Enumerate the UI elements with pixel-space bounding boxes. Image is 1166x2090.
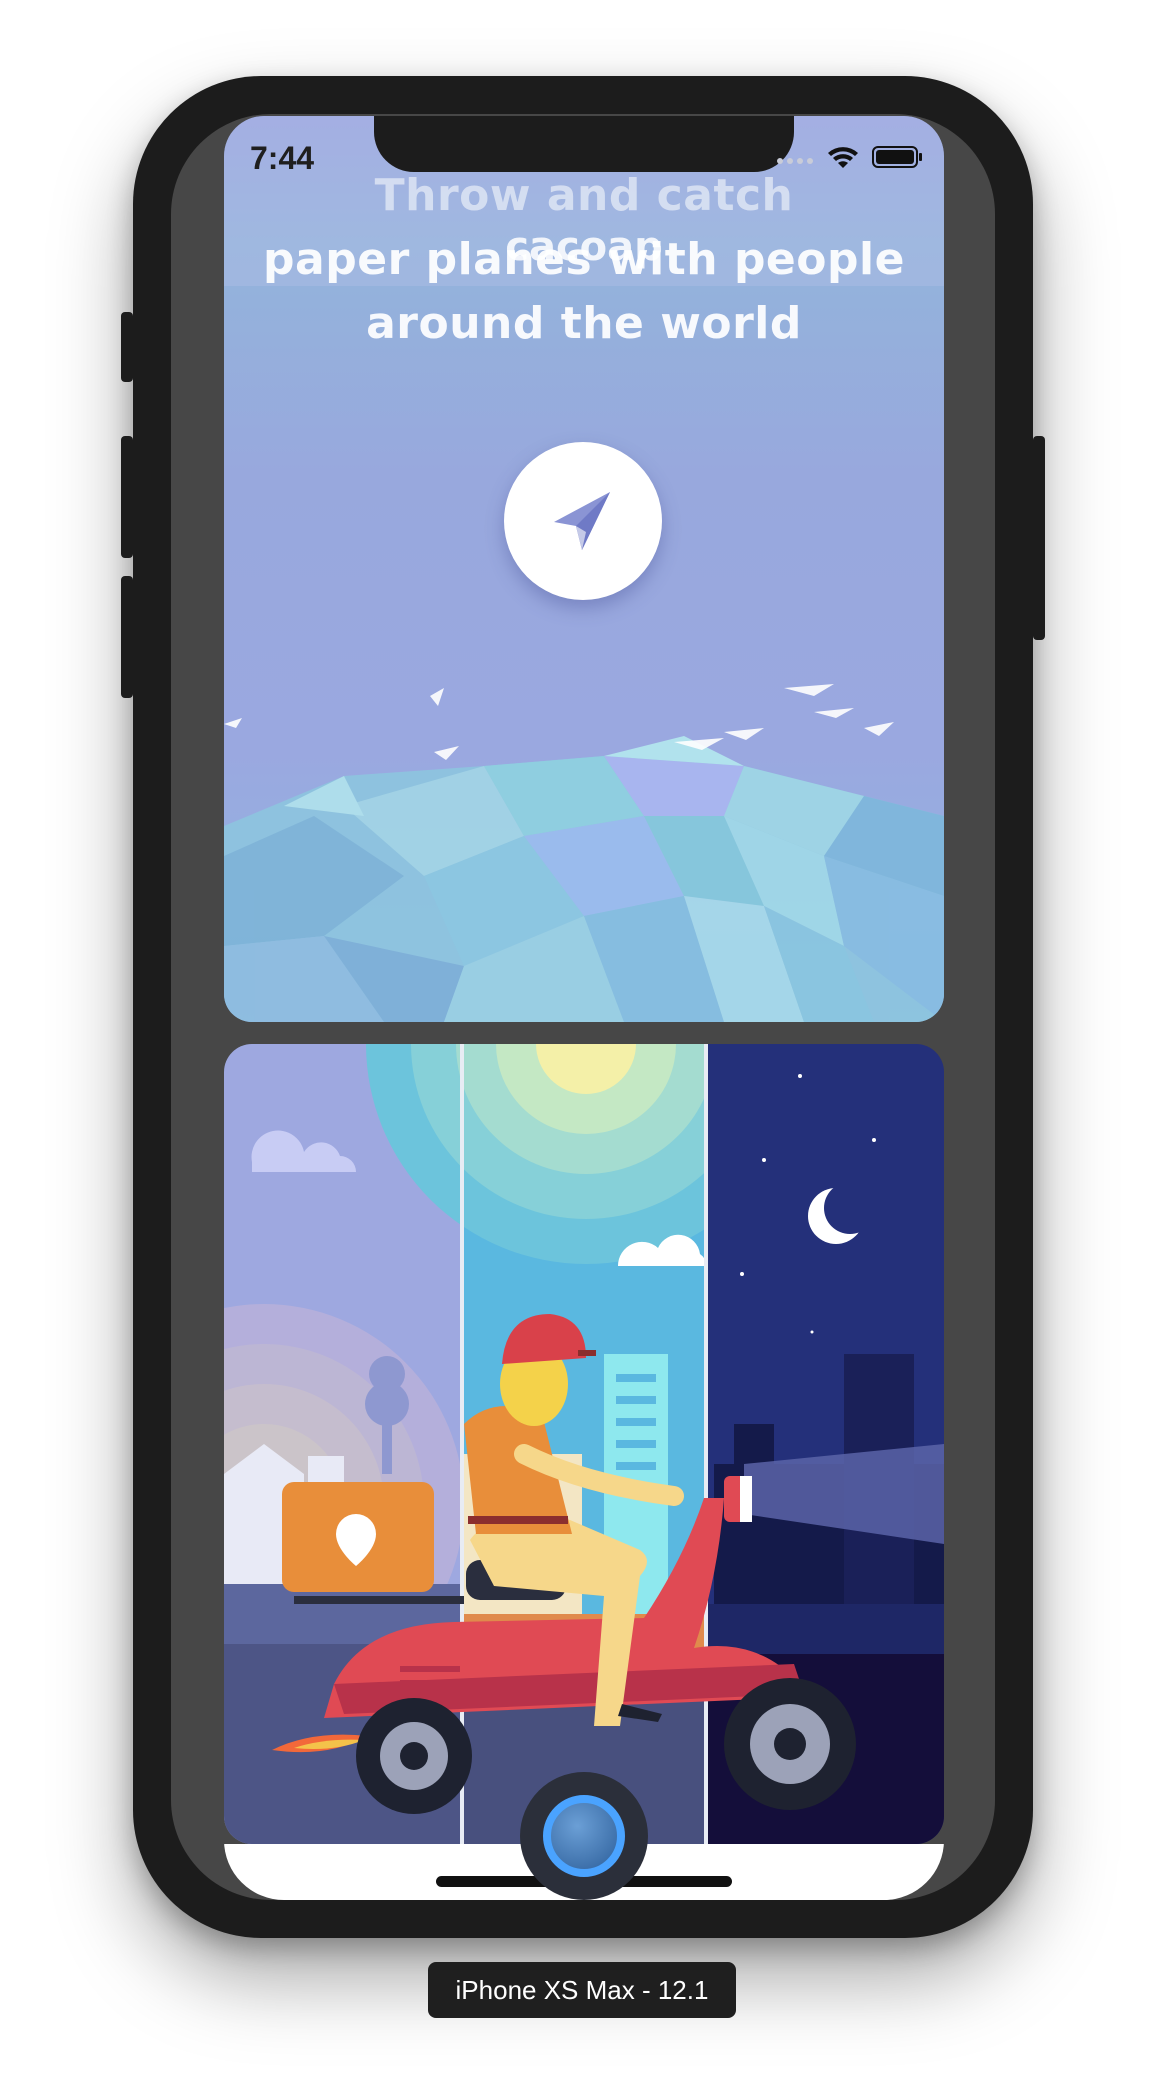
- volume-up-button: [121, 436, 133, 558]
- record-button[interactable]: [520, 1772, 648, 1900]
- volume-down-button: [121, 576, 133, 698]
- mute-switch: [121, 312, 133, 382]
- battery-icon: [872, 146, 922, 168]
- record-button-inner: [543, 1795, 625, 1877]
- status-time: 7:44: [250, 140, 315, 176]
- simulator-device-label: iPhone XS Max - 12.1: [428, 1962, 736, 2018]
- throw-plane-button[interactable]: [504, 442, 662, 600]
- device-notch: [374, 116, 794, 172]
- paper-plane-icon: [554, 492, 610, 550]
- wifi-icon: [828, 147, 858, 168]
- device-screen: Throw and catch paper planes with people…: [224, 116, 944, 1900]
- status-bar: 7:44: [224, 116, 944, 196]
- status-icons: [776, 144, 924, 170]
- power-button: [1033, 436, 1045, 640]
- overlay-title: cacoap: [505, 224, 663, 270]
- scooter-illustration: [224, 1044, 944, 1844]
- headline-line-3: around the world: [366, 298, 802, 349]
- paper-planes-card[interactable]: Throw and catch paper planes with people…: [224, 116, 944, 1022]
- cellular-signal-icon: [777, 158, 813, 164]
- delivery-scooter-card[interactable]: [224, 1044, 944, 1844]
